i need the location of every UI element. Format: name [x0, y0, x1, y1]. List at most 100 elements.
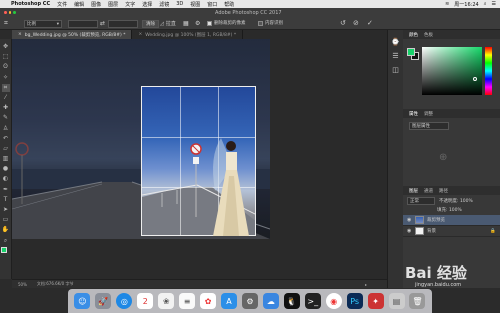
- minimize-window-icon[interactable]: [8, 11, 12, 14]
- tab-wedding[interactable]: × Wedding.jpg @ 100% (图层 1, RGB/8#) *: [132, 30, 244, 39]
- search-icon[interactable]: ⌕: [484, 1, 487, 8]
- crop-handle-top-right[interactable]: [251, 87, 255, 91]
- tab-swatches[interactable]: 色板: [424, 32, 433, 38]
- delete-cropped-checkbox[interactable]: 删除裁剪的像素: [207, 20, 246, 26]
- finder-icon[interactable]: ☺: [74, 293, 91, 309]
- healing-icon[interactable]: ✚: [2, 104, 10, 112]
- migration-icon[interactable]: ☁: [262, 293, 279, 309]
- menu-app-name[interactable]: Photoshop CC: [11, 1, 50, 7]
- eyedropper-icon[interactable]: ⁄: [2, 94, 10, 102]
- fill-field[interactable]: 填充: 100%: [403, 207, 500, 215]
- foreground-color-swatch[interactable]: [0, 246, 7, 253]
- eraser-icon[interactable]: ▱: [2, 145, 10, 153]
- menu-help[interactable]: 帮助: [224, 1, 234, 8]
- brush-icon[interactable]: ✎: [2, 114, 10, 122]
- tab-layers[interactable]: 图层: [409, 188, 418, 194]
- hand-icon[interactable]: ✋: [2, 226, 10, 234]
- color-picker-field[interactable]: [422, 47, 482, 95]
- stamp-icon[interactable]: ♙: [2, 125, 10, 133]
- tab-color[interactable]: 颜色: [409, 32, 418, 38]
- height-input[interactable]: [108, 20, 138, 28]
- app-store-icon[interactable]: A: [221, 293, 238, 309]
- lasso-icon[interactable]: ʘ: [2, 63, 10, 71]
- clear-button[interactable]: 清除: [142, 20, 159, 28]
- photos-icon[interactable]: ✿: [200, 293, 217, 309]
- blend-mode-select[interactable]: 正常: [407, 197, 435, 205]
- crop-handle-bottom-right[interactable]: [251, 231, 255, 235]
- swap-icon[interactable]: ⇄: [100, 20, 105, 27]
- menu-view[interactable]: 视图: [190, 1, 200, 8]
- menu-layer[interactable]: 图层: [108, 1, 118, 8]
- wifi-icon[interactable]: ≋: [445, 1, 449, 8]
- layer-row[interactable]: ◉ 背景 🔒: [403, 226, 500, 237]
- system-preferences-icon[interactable]: ⚙: [241, 293, 258, 309]
- eye-icon[interactable]: ◉: [407, 228, 412, 234]
- trash-icon[interactable]: 🗑: [409, 293, 426, 309]
- eye-icon[interactable]: ◉: [407, 217, 412, 223]
- menu-type[interactable]: 文字: [125, 1, 135, 8]
- menu-file[interactable]: 文件: [57, 1, 67, 8]
- dodge-icon[interactable]: ◐: [2, 175, 10, 183]
- menu-filter[interactable]: 滤镜: [159, 1, 169, 8]
- type-icon[interactable]: T: [2, 196, 10, 204]
- zoom-window-icon[interactable]: [13, 11, 17, 14]
- history-brush-icon[interactable]: ↶: [2, 135, 10, 143]
- marquee-icon[interactable]: ⬚: [2, 53, 10, 61]
- grid-overlay-icon[interactable]: ▦: [183, 20, 189, 27]
- zoom-level[interactable]: 50%: [18, 282, 27, 287]
- qq-icon[interactable]: 🐧: [283, 293, 300, 309]
- menu-edit[interactable]: 编辑: [74, 1, 84, 8]
- calendar-icon[interactable]: 2: [137, 293, 154, 309]
- tab-bg-wedding[interactable]: × bg_Wedding.jpg @ 50% (裁剪预览, RGB/8#) *: [12, 30, 133, 39]
- layer-row[interactable]: ◉ 裁剪预览: [403, 215, 500, 226]
- expand-icon[interactable]: ▸: [365, 282, 367, 287]
- hue-slider[interactable]: [485, 47, 492, 95]
- safari-icon[interactable]: ◎: [116, 293, 133, 309]
- clock[interactable]: 周一16:24: [454, 1, 478, 8]
- crop-icon[interactable]: ⌗: [1, 83, 10, 92]
- launchpad-icon[interactable]: 🚀: [95, 293, 112, 309]
- width-input[interactable]: [68, 20, 98, 28]
- close-window-icon[interactable]: [4, 11, 7, 14]
- tab-channels[interactable]: 通道: [424, 188, 433, 194]
- pen-icon[interactable]: ✒: [2, 186, 10, 194]
- terminal-icon[interactable]: >_: [304, 293, 321, 309]
- crop-tool-icon[interactable]: ⌗: [4, 19, 14, 27]
- move-icon[interactable]: ✥: [2, 43, 10, 51]
- libraries-icon[interactable]: ◫: [392, 66, 399, 74]
- photoshop-icon[interactable]: Ps: [346, 293, 363, 309]
- color-picker-cursor[interactable]: [473, 77, 477, 81]
- menu-window[interactable]: 窗口: [207, 1, 217, 8]
- crop-handle-bottom-left[interactable]: [142, 231, 146, 235]
- zoom-icon[interactable]: ⌕: [2, 237, 10, 245]
- color-swatches[interactable]: [0, 246, 11, 257]
- canvas-area[interactable]: [12, 39, 387, 279]
- magic-wand-icon[interactable]: ✧: [2, 74, 10, 82]
- menu-select[interactable]: 选择: [142, 1, 152, 8]
- close-tab-icon[interactable]: ×: [18, 32, 22, 37]
- reminders-icon[interactable]: ≡: [179, 293, 196, 309]
- menu-image[interactable]: 图像: [91, 1, 101, 8]
- properties-select[interactable]: 图层属性: [409, 122, 449, 130]
- straighten-button[interactable]: ◿ 拉直: [160, 20, 176, 28]
- reset-icon[interactable]: ↺: [340, 19, 346, 27]
- crop-handle-top-left[interactable]: [142, 87, 146, 91]
- content-aware-checkbox[interactable]: 内容识别: [258, 20, 283, 26]
- fg-color-swatch[interactable]: [407, 48, 415, 56]
- path-select-icon[interactable]: ➤: [2, 206, 10, 214]
- tab-properties[interactable]: 属性: [409, 111, 418, 117]
- commit-icon[interactable]: ✓: [367, 19, 373, 27]
- tab-paths[interactable]: 路径: [439, 188, 448, 194]
- menu-3d[interactable]: 3D: [176, 1, 183, 7]
- photos-app-icon[interactable]: ❀: [158, 293, 175, 309]
- app-icon[interactable]: ✦: [367, 293, 384, 309]
- blur-icon[interactable]: ●: [2, 165, 10, 173]
- ratio-select[interactable]: 比例 ▾: [24, 20, 62, 28]
- cancel-icon[interactable]: ⊘: [353, 19, 359, 27]
- menu-list-icon[interactable]: ☰: [492, 1, 496, 8]
- chrome-icon[interactable]: ◉: [325, 293, 342, 309]
- opacity-field[interactable]: 不透明度: 100%: [439, 198, 473, 204]
- gear-icon[interactable]: ⚙: [195, 20, 200, 27]
- tab-adjustments[interactable]: 调整: [424, 111, 433, 117]
- history-icon[interactable]: ⌚: [391, 38, 400, 46]
